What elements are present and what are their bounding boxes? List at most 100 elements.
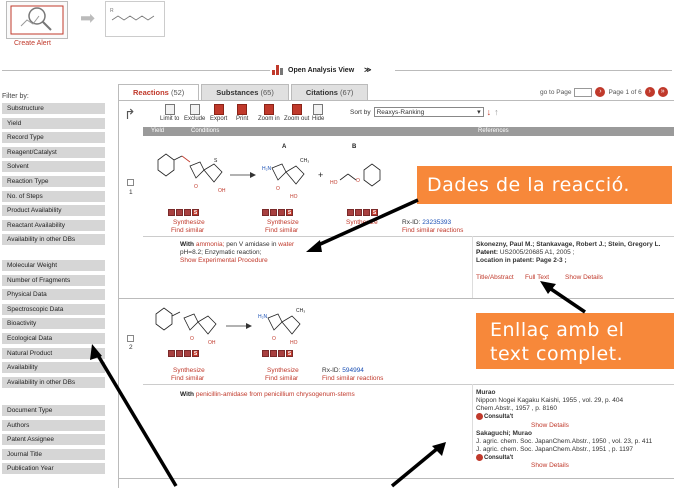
tab-citations[interactable]: Citations (67)	[290, 84, 369, 100]
s-icon: S	[286, 209, 293, 216]
product-action-icons[interactable]: S	[262, 350, 293, 357]
reactant-action-icons[interactable]: S	[168, 350, 199, 357]
row-checkbox[interactable]	[127, 335, 134, 342]
sidebar-filter-authors[interactable]: Authors	[2, 419, 105, 432]
sidebar-filter-reaction-type[interactable]: Reaction Type	[2, 176, 105, 188]
sidebar-filter-journal-title[interactable]: Journal Title	[2, 448, 105, 461]
sort-label: Sort by	[350, 108, 371, 116]
exclude-button[interactable]: Exclude	[184, 104, 205, 122]
tab-count: (52)	[170, 88, 185, 97]
find-similar-link[interactable]: Find similar	[265, 227, 298, 234]
sort-descending-icon[interactable]: ↓	[487, 107, 492, 117]
consulta-button[interactable]: Consulta't	[476, 413, 513, 420]
show-details-link[interactable]: Show Details	[531, 462, 569, 469]
query-structure-thumbnail[interactable]: R	[105, 1, 165, 37]
info-icon	[262, 350, 269, 357]
svg-text:S: S	[214, 158, 218, 164]
sidebar-filter-no-of-steps[interactable]: No. of Steps	[2, 190, 105, 203]
title-abstract-link[interactable]: Title/Abstract	[476, 274, 514, 281]
full-text-link[interactable]: Full Text	[525, 274, 549, 281]
sidebar-filter-physical-data[interactable]: Physical Data	[2, 289, 105, 302]
create-alert-label[interactable]: Create Alert	[14, 40, 51, 47]
column-divider	[472, 236, 473, 298]
find-similar-reactions-link[interactable]: Find similar reactions	[322, 375, 383, 382]
sidebar-filter-product-availability[interactable]: Product Availability	[2, 205, 105, 218]
search-icon	[184, 209, 191, 216]
synthesize-link[interactable]: Synthesize	[346, 219, 378, 226]
find-similar-link[interactable]: Find similar	[171, 227, 204, 234]
sort-select[interactable]: Reaxys-Ranking	[373, 107, 484, 117]
button-label: Limit to	[160, 116, 180, 122]
sidebar-filter-reactant-availability[interactable]: Reactant Availability	[2, 219, 105, 232]
go-arrow-icon[interactable]: ›	[595, 87, 606, 97]
consulta-icon	[476, 413, 483, 420]
alert-query-icon	[10, 5, 64, 35]
s-icon: S	[371, 209, 378, 216]
sidebar-filter-reagent-catalyst[interactable]: Reagent/Catalyst	[2, 146, 105, 159]
product-a-action-icons[interactable]: S	[262, 209, 293, 216]
sidebar-filter-substructure[interactable]: Substructure	[2, 103, 105, 115]
sidebar-filter-availability[interactable]: Availability	[2, 362, 105, 375]
export-button[interactable]: Export	[210, 104, 227, 122]
filter-icon	[164, 104, 175, 115]
goto-page-input[interactable]	[574, 87, 593, 97]
reagent-link[interactable]: penicillin-amidase from penicillium chry…	[196, 391, 355, 398]
button-label: Export	[210, 116, 228, 122]
create-alert-button[interactable]	[6, 1, 68, 39]
print-button[interactable]: Print	[236, 104, 248, 122]
open-analysis-view-button[interactable]: Open Analysis View ≫	[272, 63, 392, 77]
limit-to-button[interactable]: Limit to	[160, 104, 179, 122]
tab-substances[interactable]: Substances (65)	[201, 84, 289, 100]
sidebar-filter-record-type[interactable]: Record Type	[2, 132, 105, 145]
show-details-link[interactable]: Show Details	[565, 274, 603, 281]
next-page-icon[interactable]: ›	[644, 87, 655, 97]
row-divider	[143, 384, 674, 385]
synthesize-link[interactable]: Synthesize	[267, 219, 299, 226]
sidebar-filter-document-type[interactable]: Document Type	[2, 405, 105, 417]
sidebar-filter-ecological-data[interactable]: Ecological Data	[2, 333, 105, 345]
synthesize-link[interactable]: Synthesize	[173, 367, 205, 374]
sidebar-filter-natural-product[interactable]: Natural Product	[2, 347, 105, 360]
sidebar-filter-solvent[interactable]: Solvent	[2, 161, 105, 174]
button-label: Exclude	[184, 116, 206, 122]
reference-location: Location in patent: Page 2-3 ;	[476, 257, 567, 264]
callout-reaction-data: Dades de la reacció.	[417, 166, 672, 204]
sort-control: Sort by Reaxys-Ranking ↓ ↑	[350, 107, 499, 117]
rx-id-link[interactable]: 594994	[342, 367, 364, 374]
info-icon	[262, 209, 269, 216]
sidebar-filter-availability-in-other-dbs[interactable]: Availability in other DBs	[2, 234, 105, 247]
show-experimental-procedure-link[interactable]: Show Experimental Procedure	[180, 257, 268, 264]
synthesize-link[interactable]: Synthesize	[267, 367, 299, 374]
row-checkbox[interactable]	[127, 179, 134, 186]
reactant-action-icons[interactable]: S	[168, 209, 199, 216]
sidebar-filter-number-of-fragments[interactable]: Number of Fragments	[2, 274, 105, 287]
product-b-action-icons[interactable]: S	[347, 209, 378, 216]
find-similar-link[interactable]: Find similar	[171, 375, 204, 382]
tab-reactions[interactable]: Reactions (52)	[118, 84, 200, 100]
find-similar-reactions-link[interactable]: Find similar reactions	[402, 227, 463, 234]
reagent-link[interactable]: ammonia;	[196, 241, 225, 248]
consulta-button[interactable]: Consulta't	[476, 454, 513, 461]
sidebar-filter-molecular-weight[interactable]: Molecular Weight	[2, 260, 105, 272]
hide-button[interactable]: Hide	[312, 104, 324, 122]
zoom-out-button[interactable]: Zoom out	[284, 104, 309, 122]
sidebar-filter-bioactivity[interactable]: Bioactivity	[2, 318, 105, 331]
rx-id-link[interactable]: 23235393	[422, 219, 451, 226]
synthesize-link[interactable]: Synthesize	[173, 219, 205, 226]
export-icon	[213, 104, 224, 115]
sidebar-filter-yield[interactable]: Yield	[2, 117, 105, 130]
button-label: Hide	[312, 116, 325, 122]
reference-author: Sakaguchi; Murao	[476, 430, 532, 437]
find-similar-link[interactable]: Find similar	[265, 375, 298, 382]
svg-text:O: O	[276, 186, 280, 192]
zoom-in-button[interactable]: Zoom in	[258, 104, 280, 122]
last-page-icon[interactable]: »	[657, 87, 668, 97]
sidebar-filter-patent-assignee[interactable]: Patent Assignee	[2, 434, 105, 447]
sidebar-filter-publication-year[interactable]: Publication Year	[2, 463, 105, 476]
sort-ascending-icon[interactable]: ↑	[494, 107, 499, 117]
solvent-link[interactable]: water	[278, 241, 294, 248]
show-details-link[interactable]: Show Details	[531, 422, 569, 429]
sidebar-filter-spectroscopic-data[interactable]: Spectroscopic Data	[2, 303, 105, 316]
sidebar-filter-availability-in-other-dbs[interactable]: Availability in other DBs	[2, 376, 105, 389]
svg-text:HO: HO	[330, 180, 338, 186]
